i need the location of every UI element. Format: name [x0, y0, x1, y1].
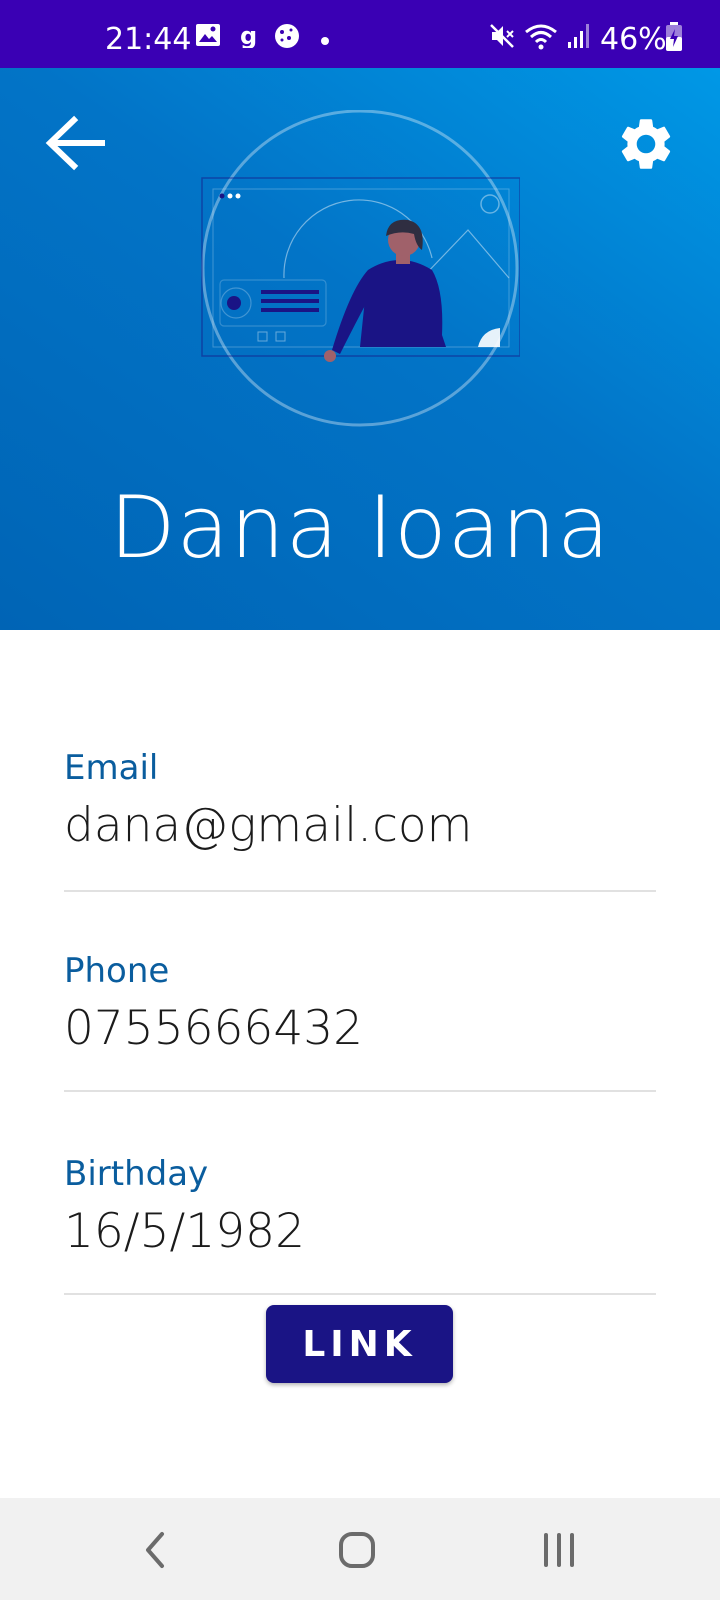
svg-text:g: g [240, 22, 257, 48]
phone-field: Phone 0755666432 [64, 951, 656, 1092]
profile-name: Dana Ioana [109, 478, 611, 578]
email-value: dana@gmail.com [64, 798, 473, 853]
nav-recents-icon[interactable] [524, 1520, 594, 1580]
battery-icon [666, 22, 682, 51]
birthday-label: Birthday [64, 1154, 209, 1194]
phone-value: 0755666432 [64, 1001, 364, 1056]
wifi-icon [525, 24, 557, 50]
image-icon [196, 24, 220, 46]
back-arrow-icon[interactable] [40, 108, 110, 178]
mute-icon [490, 24, 514, 48]
g-app-icon: g [240, 22, 257, 48]
status-time: 21:44 [105, 22, 192, 57]
dot-icon [321, 37, 329, 45]
battery-percent: 46% [600, 22, 667, 57]
birthday-field: Birthday 16/5/1982 [64, 1154, 656, 1295]
phone-label: Phone [64, 951, 170, 991]
gear-icon[interactable] [615, 113, 677, 175]
birthday-value: 16/5/1982 [64, 1204, 305, 1259]
status-bar: 21:44 g 46% [0, 0, 720, 68]
nav-back-icon[interactable] [120, 1520, 190, 1580]
link-button[interactable]: LINK [266, 1305, 453, 1383]
signal-icon [568, 24, 589, 48]
email-label: Email [64, 748, 159, 788]
email-field: Email dana@gmail.com [64, 748, 656, 892]
nav-home-icon[interactable] [322, 1520, 392, 1580]
cookie-icon [275, 24, 299, 48]
profile-illustration [201, 110, 520, 427]
navigation-bar [0, 1498, 720, 1600]
profile-header: Dana Ioana [0, 68, 720, 630]
